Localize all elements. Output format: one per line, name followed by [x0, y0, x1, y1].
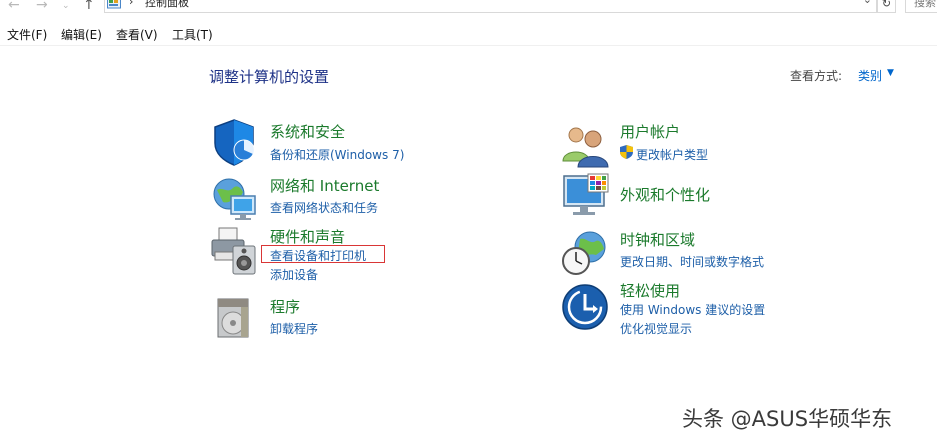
category-appearance-title[interactable]: 外观和个性化: [620, 184, 710, 205]
users-icon[interactable]: [560, 121, 610, 171]
appearance-monitor-icon[interactable]: [560, 172, 610, 222]
menu-file[interactable]: 文件(F): [7, 26, 47, 43]
address-bar[interactable]: › 控制面板 ⌄: [104, 0, 877, 13]
link-optimize-visual-display[interactable]: 优化视觉显示: [620, 320, 692, 337]
link-backup-restore[interactable]: 备份和还原(Windows 7): [270, 146, 404, 163]
network-globe-icon[interactable]: [209, 174, 259, 224]
page-title: 调整计算机的设置: [209, 68, 330, 86]
programs-disc-icon[interactable]: [209, 293, 259, 343]
category-hardware-title[interactable]: 硬件和声音: [270, 226, 345, 247]
search-input[interactable]: 搜索: [905, 0, 937, 13]
shield-icon[interactable]: [209, 117, 259, 167]
breadcrumb-separator: ›: [129, 0, 134, 8]
menu-bar: 文件(F) 编辑(E) 查看(V) 工具(T): [0, 24, 937, 46]
menu-divider: [0, 45, 937, 46]
category-system-security-title[interactable]: 系统和安全: [270, 121, 345, 142]
uac-shield-icon: [620, 145, 633, 159]
breadcrumb-control-panel[interactable]: 控制面板: [145, 0, 189, 10]
link-change-date-time[interactable]: 更改日期、时间或数字格式: [620, 253, 764, 270]
menu-view[interactable]: 查看(V): [116, 26, 158, 43]
link-uninstall-program[interactable]: 卸载程序: [270, 320, 318, 337]
view-by-label: 查看方式:: [790, 69, 843, 83]
category-programs-title[interactable]: 程序: [270, 296, 300, 317]
navigation-bar: ← → ⌄ ↑ › 控制面板 ⌄ ↻ 搜索: [0, 0, 937, 14]
ease-of-access-icon[interactable]: [560, 282, 610, 332]
link-add-device[interactable]: 添加设备: [270, 266, 318, 283]
menu-edit[interactable]: 编辑(E): [61, 26, 102, 43]
address-dropdown-icon[interactable]: ⌄: [863, 0, 872, 6]
control-panel-icon: [107, 0, 121, 9]
forward-arrow-icon[interactable]: →: [36, 0, 48, 13]
menu-tools[interactable]: 工具(T): [172, 26, 213, 43]
category-user-accounts-title[interactable]: 用户帐户: [620, 121, 680, 142]
refresh-icon: ↻: [881, 0, 892, 10]
refresh-button[interactable]: ↻: [877, 0, 896, 13]
category-clock-region-title[interactable]: 时钟和区域: [620, 229, 695, 250]
category-ease-of-access-title[interactable]: 轻松使用: [620, 280, 680, 301]
link-change-account-type[interactable]: 更改帐户类型: [636, 146, 708, 163]
category-network-title[interactable]: 网络和 Internet: [270, 175, 379, 196]
up-arrow-icon[interactable]: ↑: [83, 0, 95, 13]
search-placeholder: 搜索: [914, 0, 936, 9]
view-by-caret-icon[interactable]: ▼: [887, 68, 894, 78]
view-by-dropdown[interactable]: 类别: [858, 67, 882, 84]
back-arrow-icon[interactable]: ←: [8, 0, 20, 13]
link-network-status[interactable]: 查看网络状态和任务: [270, 199, 378, 216]
clock-globe-icon[interactable]: [560, 229, 610, 279]
link-recommended-settings[interactable]: 使用 Windows 建议的设置: [620, 301, 765, 318]
highlight-box: [261, 245, 385, 263]
recent-locations-chevron-icon[interactable]: ⌄: [62, 0, 70, 14]
watermark-text: 头条 @ASUS华硕华东: [682, 407, 893, 431]
printer-speaker-icon[interactable]: [209, 226, 259, 276]
